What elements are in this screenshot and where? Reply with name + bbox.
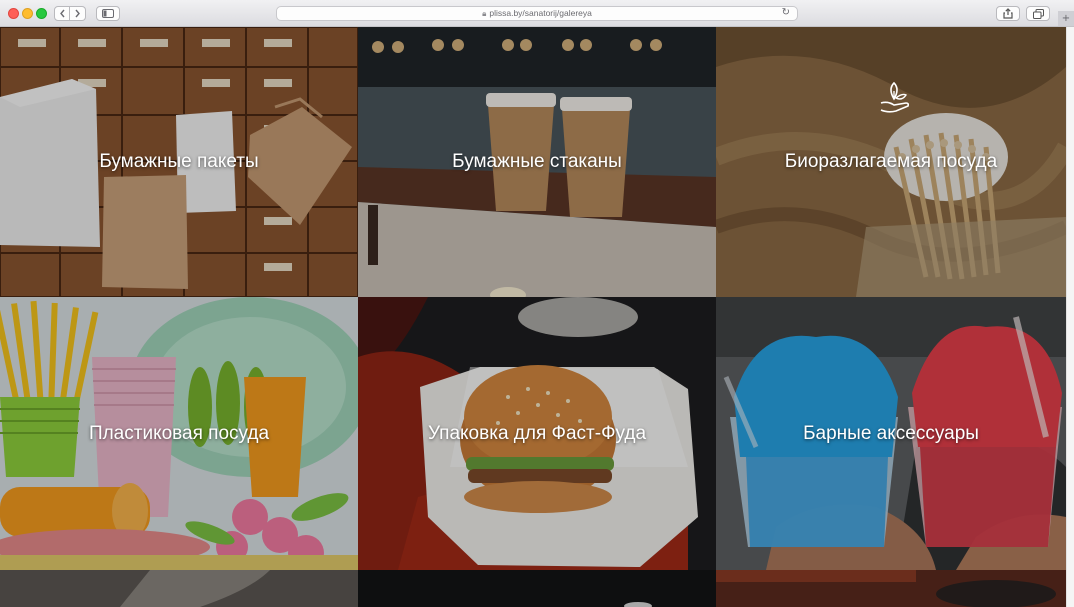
gallery-tile-bar[interactable]: Барные аксессуары [716,297,1066,570]
tab-overview-button[interactable] [1026,6,1050,21]
lock-icon: 🔒︎ [482,9,487,18]
gallery-tile-fastfood[interactable]: Упаковка для Фаст-Фуда [358,297,716,570]
gallery-tile-row3-3[interactable] [716,570,1066,607]
page-scrollbar[interactable] [1066,27,1074,607]
tile-label: Бумажные стаканы [452,151,622,172]
eco-leaf-hand-icon [880,81,910,113]
sidebar-icon [102,9,114,18]
reload-icon[interactable]: ↻ [782,7,790,18]
gallery-tile-paper-cups[interactable]: Бумажные стаканы [358,27,716,297]
gallery-tile-biodegradable[interactable]: Биоразлагаемая посуда [716,27,1066,297]
forward-button[interactable] [70,6,86,21]
tile-label: Биоразлагаемая посуда [784,151,998,172]
new-tab-button[interactable]: + [1058,11,1074,26]
zoom-window-button[interactable] [36,8,47,19]
address-bar[interactable]: 🔒︎ plissa.by/sanatorij/galereya ↻ [276,6,798,21]
gallery-tile-paper-bags[interactable]: Бумажные пакеты [0,27,358,297]
tile-label: Пластиковая посуда [88,422,270,444]
tile-label: Бумажные пакеты [99,151,259,172]
share-button[interactable] [996,6,1020,21]
close-window-button[interactable] [8,8,19,19]
tabs-icon [1032,8,1044,19]
back-button[interactable] [54,6,70,21]
browser-toolbar: 🔒︎ plissa.by/sanatorij/galereya ↻ + [0,0,1074,27]
minimize-window-button[interactable] [22,8,33,19]
browser-window: 🔒︎ plissa.by/sanatorij/galereya ↻ + Бума… [0,0,1074,607]
gallery-tile-row3-2[interactable] [358,570,716,607]
chevron-left-icon [59,9,65,18]
url-text: plissa.by/sanatorij/galereya [489,8,592,18]
sidebar-toggle-button[interactable] [96,6,120,21]
share-icon [1003,8,1013,19]
gallery-tile-plastic[interactable]: Пластиковая посуда [0,297,358,570]
tile-label: Упаковка для Фаст-Фуда [427,422,647,444]
tile-label: Барные аксессуары [803,422,979,444]
gallery-tile-row3-1[interactable] [0,570,358,607]
chevron-right-icon [75,9,80,18]
gallery-grid: Бумажные пакеты Бумажные стаканы Биоразл… [0,27,1066,607]
